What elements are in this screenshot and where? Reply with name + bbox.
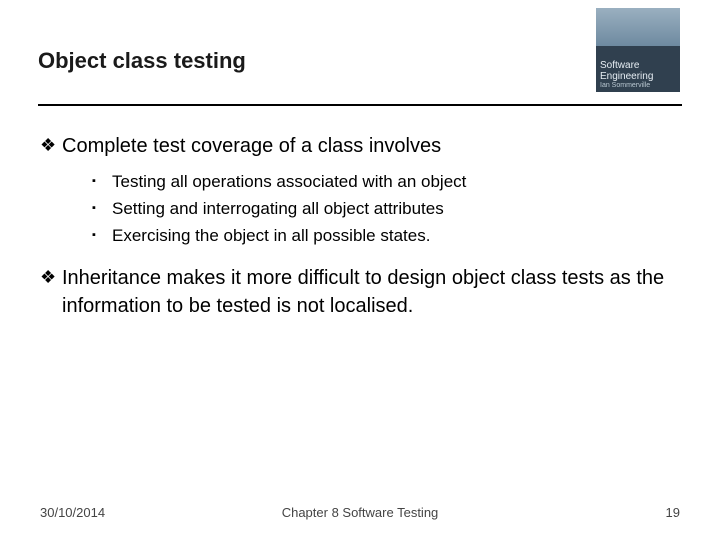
bullet-level2: ▪ Setting and interrogating all object a… — [92, 195, 682, 222]
bullet-level2: ▪ Exercising the object in all possible … — [92, 222, 682, 249]
bullet-text: Complete test coverage of a class involv… — [62, 132, 682, 160]
diamond-bullet-icon: ❖ — [40, 132, 62, 158]
sub-bullet-text: Setting and interrogating all object att… — [112, 195, 682, 222]
square-bullet-icon: ▪ — [92, 195, 112, 218]
footer-date: 30/10/2014 — [40, 505, 160, 520]
slide-title: Object class testing — [38, 44, 246, 74]
footer-page: 19 — [560, 505, 680, 520]
square-bullet-icon: ▪ — [92, 222, 112, 245]
bullet-level2: ▪ Testing all operations associated with… — [92, 168, 682, 195]
book-logo: Software Engineering Ian Sommerville — [596, 8, 680, 92]
sub-list: ▪ Testing all operations associated with… — [92, 168, 682, 250]
header-row: Object class testing — [38, 44, 682, 74]
logo-sub: Ian Sommerville — [600, 82, 676, 90]
bullet-level1: ❖ Inheritance makes it more difficult to… — [40, 264, 682, 320]
bullet-text: Inheritance makes it more difficult to d… — [62, 264, 682, 320]
footer: 30/10/2014 Chapter 8 Software Testing 19 — [0, 505, 720, 520]
sub-bullet-text: Exercising the object in all possible st… — [112, 222, 682, 249]
content-area: ❖ Complete test coverage of a class invo… — [38, 132, 682, 320]
slide: Object class testing Software Engineerin… — [0, 0, 720, 540]
logo-label: Software Engineering — [600, 60, 676, 82]
square-bullet-icon: ▪ — [92, 168, 112, 191]
footer-chapter: Chapter 8 Software Testing — [160, 505, 560, 520]
bullet-level1: ❖ Complete test coverage of a class invo… — [40, 132, 682, 160]
diamond-bullet-icon: ❖ — [40, 264, 62, 290]
sub-bullet-text: Testing all operations associated with a… — [112, 168, 682, 195]
title-divider — [38, 104, 682, 106]
